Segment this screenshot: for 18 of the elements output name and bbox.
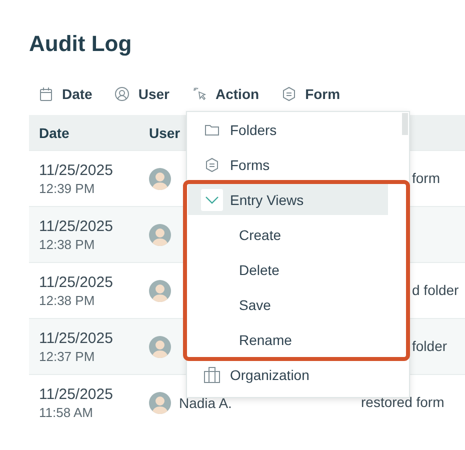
- time-text: 12:37 PM: [39, 348, 96, 364]
- column-header: User: [149, 124, 180, 140]
- time-text: 12:39 PM: [39, 180, 96, 196]
- time-text: 11:58 AM: [39, 404, 94, 420]
- action-text: form: [412, 170, 440, 186]
- action-text: folder: [412, 338, 448, 354]
- action-text: d folder: [412, 282, 459, 298]
- date-text: 11/25/2025: [39, 330, 114, 346]
- date-text: 11/25/2025: [39, 274, 114, 290]
- date-text: 11/25/2025: [39, 218, 114, 234]
- page-title: Audit Log: [28, 30, 133, 58]
- action-text: restored form: [361, 394, 444, 410]
- column-header: Date: [39, 124, 70, 140]
- date-text: 11/25/2025: [39, 162, 114, 178]
- time-text: 12:38 PM: [39, 236, 96, 252]
- user-name: Nadia A.: [179, 394, 232, 410]
- time-text: 12:38 PM: [39, 292, 96, 308]
- date-text: 11/25/2025: [39, 386, 114, 402]
